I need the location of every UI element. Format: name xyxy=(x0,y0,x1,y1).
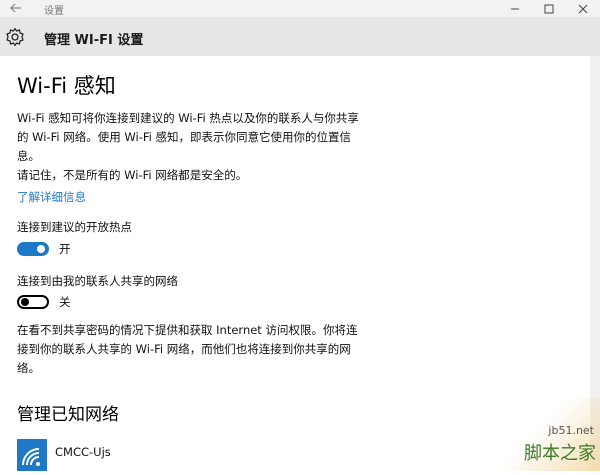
wifi-sense-description: Wi-Fi 感知可将你连接到建议的 Wi-Fi 热点以及你的联系人与你共享的 W… xyxy=(17,111,359,163)
toggle-knob xyxy=(37,245,45,253)
open-hotspots-state: 开 xyxy=(59,242,71,256)
network-name[interactable]: CMCC-Ujs xyxy=(55,445,111,459)
open-hotspots-toggle[interactable] xyxy=(17,242,49,256)
minimize-button[interactable] xyxy=(498,0,532,17)
maximize-button[interactable] xyxy=(532,0,566,17)
gear-icon xyxy=(6,27,24,47)
site-watermark: jb51.net 脚本之家 xyxy=(500,398,600,471)
contacts-networks-toggle[interactable] xyxy=(17,295,49,309)
open-hotspots-label: 连接到建议的开放热点 xyxy=(17,220,132,234)
security-warning: 请记住，不是所有的 Wi-Fi 网络都是安全的。 xyxy=(17,168,248,182)
close-icon xyxy=(578,4,588,13)
watermark-name: 脚本之家 xyxy=(524,443,596,464)
window-title: 设置 xyxy=(44,6,64,17)
contacts-networks-label: 连接到由我的联系人共享的网络 xyxy=(17,274,178,288)
toggle-knob xyxy=(21,298,29,306)
learn-more-link[interactable]: 了解详细信息 xyxy=(17,189,86,205)
maximize-icon xyxy=(544,4,554,13)
page-header: 管理 WI-FI 设置 xyxy=(0,17,600,56)
contacts-networks-state: 关 xyxy=(59,295,71,309)
known-networks-heading: 管理已知网络 xyxy=(17,405,119,425)
wifi-network-icon xyxy=(17,439,47,471)
page-title: 管理 WI-FI 设置 xyxy=(44,33,144,48)
wifi-sense-heading: Wi-Fi 感知 xyxy=(17,74,116,98)
minimize-icon xyxy=(511,8,519,9)
close-button[interactable] xyxy=(566,0,600,17)
title-bar: 设置 xyxy=(0,0,600,17)
back-arrow-icon[interactable] xyxy=(9,1,23,15)
watermark-url: jb51.net xyxy=(548,424,594,437)
wifi-icon xyxy=(22,448,40,466)
sharing-note: 在看不到共享密码的情况下提供和获取 Internet 访问权限。你将连接到你的联… xyxy=(17,323,358,375)
